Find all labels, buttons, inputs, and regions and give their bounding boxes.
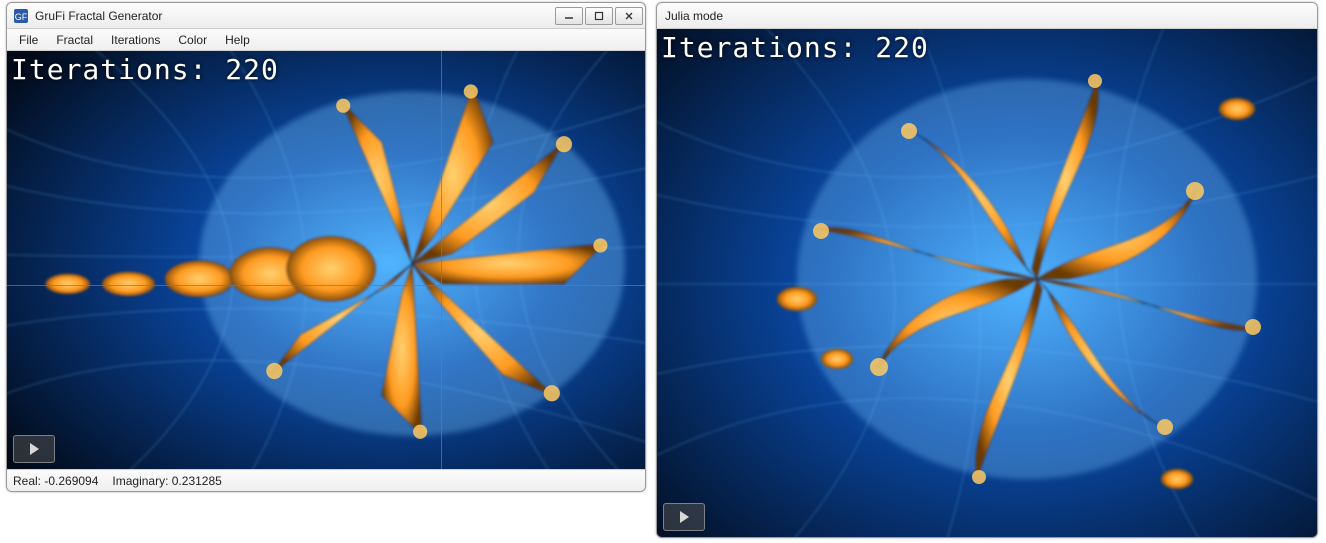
main-window: GF GruFi Fractal Generator File Fractal … — [6, 2, 646, 492]
play-icon — [26, 441, 42, 457]
menu-fractal[interactable]: Fractal — [48, 31, 101, 49]
crosshair-vertical — [441, 51, 442, 469]
play-icon — [676, 509, 692, 525]
titlebar[interactable]: GF GruFi Fractal Generator — [7, 3, 645, 29]
julia-play-button[interactable] — [663, 503, 705, 531]
julia-window: Julia mode — [656, 2, 1318, 538]
menu-iterations[interactable]: Iterations — [103, 31, 168, 49]
crosshair-horizontal — [7, 285, 645, 286]
iterations-overlay: Iterations: 220 — [11, 53, 279, 86]
status-imaginary: Imaginary: 0.231285 — [112, 474, 221, 488]
minimize-button[interactable] — [555, 7, 583, 25]
status-bar: Real: -0.269094 Imaginary: 0.231285 — [7, 469, 645, 491]
menu-bar: File Fractal Iterations Color Help — [7, 29, 645, 51]
julia-window-title: Julia mode — [665, 9, 1315, 23]
julia-canvas[interactable]: Iterations: 220 — [657, 29, 1317, 537]
svg-text:GF: GF — [15, 12, 28, 22]
window-controls — [553, 7, 643, 25]
menu-color[interactable]: Color — [170, 31, 215, 49]
window-title: GruFi Fractal Generator — [35, 9, 553, 23]
mandelbrot-canvas[interactable]: Iterations: 220 — [7, 51, 645, 469]
close-button[interactable] — [615, 7, 643, 25]
julia-render — [657, 29, 1317, 537]
play-button[interactable] — [13, 435, 55, 463]
mandelbrot-render — [7, 51, 645, 469]
julia-titlebar[interactable]: Julia mode — [657, 3, 1317, 29]
menu-file[interactable]: File — [11, 31, 46, 49]
julia-iterations-overlay: Iterations: 220 — [661, 31, 929, 64]
status-real: Real: -0.269094 — [13, 474, 98, 488]
maximize-button[interactable] — [585, 7, 613, 25]
app-icon: GF — [13, 8, 29, 24]
menu-help[interactable]: Help — [217, 31, 258, 49]
